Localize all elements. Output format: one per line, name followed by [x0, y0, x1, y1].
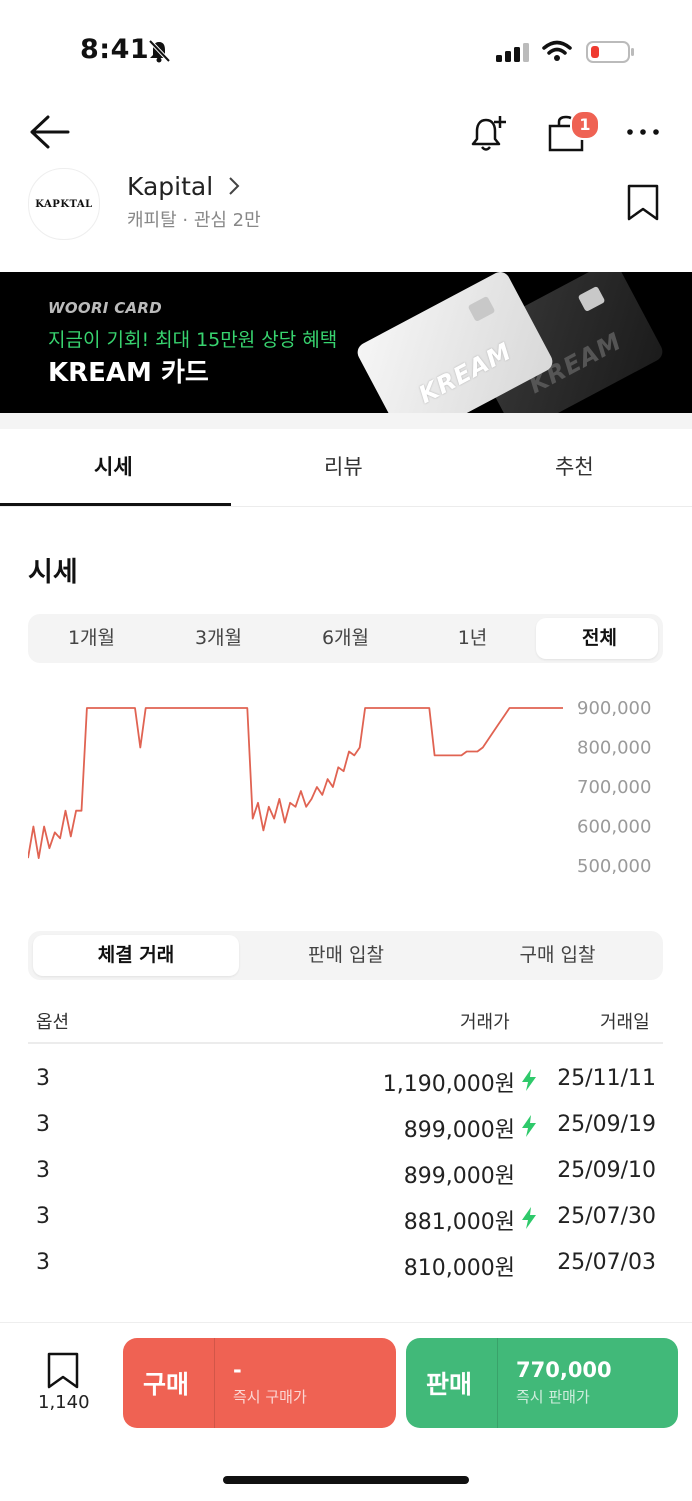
trade-tab-sell-bids[interactable]: 판매 입찰	[240, 931, 452, 980]
trade-tab-buy-bids[interactable]: 구매 입찰	[452, 931, 663, 980]
card-chip-icon	[577, 285, 606, 313]
home-indicator[interactable]	[223, 1476, 469, 1484]
brand-subtitle: 캐피탈 · 관심 2만	[127, 210, 261, 231]
header-date: 거래일	[600, 1012, 650, 1033]
y-tick-label: 900,000	[577, 698, 651, 719]
cell-date: 25/09/10	[557, 1158, 656, 1183]
buy-divider	[214, 1338, 215, 1428]
period-3m[interactable]: 3개월	[155, 614, 282, 663]
banner-title: KREAM 카드	[48, 358, 209, 388]
period-all[interactable]: 전체	[536, 614, 663, 663]
fast-delivery-icon	[522, 1207, 536, 1229]
brand-name-label: Kapital	[127, 172, 214, 201]
table-row: 3 1,190,000원 25/11/11	[0, 1066, 692, 1106]
cart-badge: 1	[570, 110, 600, 140]
sell-label: 판매	[426, 1370, 473, 1399]
wishlist-bookmark-icon[interactable]	[46, 1352, 80, 1390]
cell-date: 25/07/03	[557, 1250, 656, 1275]
status-time: 8:41	[80, 34, 150, 65]
buy-label: 구매	[143, 1370, 190, 1399]
period-1y[interactable]: 1년	[409, 614, 536, 663]
trade-tab-completed[interactable]: 체결 거래	[28, 931, 244, 980]
period-1m[interactable]: 1개월	[28, 614, 155, 663]
cell-price: 899,000원	[403, 1118, 515, 1143]
cell-option: 3	[36, 1112, 50, 1137]
section-divider	[0, 413, 692, 429]
header-price: 거래가	[460, 1012, 510, 1033]
price-chart: 900,000 800,000 700,000 600,000 500,000	[28, 698, 651, 877]
bookmark-icon[interactable]	[626, 184, 660, 222]
sell-button[interactable]: 판매 770,000 즉시 판매가	[406, 1338, 678, 1428]
trade-type-selector: 체결 거래 판매 입찰 구매 입찰	[28, 931, 663, 980]
y-tick-label: 600,000	[577, 817, 651, 838]
cell-date: 25/07/30	[557, 1204, 656, 1229]
promo-banner[interactable]: WOORI CARD 지금이 기회! 최대 15만원 상당 혜택 KREAM 카…	[0, 272, 692, 413]
battery-icon	[586, 41, 634, 63]
table-row: 3 810,000원 25/07/03	[0, 1250, 692, 1290]
product-tabs: 시세 리뷰 추천	[0, 429, 692, 507]
cell-option: 3	[36, 1158, 50, 1183]
brand-logo[interactable]: KAPKTAL	[28, 168, 100, 240]
cell-option: 3	[36, 1066, 50, 1091]
y-tick-label: 500,000	[577, 856, 651, 877]
section-title: 시세	[28, 557, 78, 588]
sell-price: 770,000	[516, 1358, 612, 1382]
cell-price: 881,000원	[403, 1210, 515, 1235]
buy-price: -	[233, 1358, 242, 1382]
cell-option: 3	[36, 1250, 50, 1275]
buy-sublabel: 즉시 구매가	[233, 1388, 307, 1406]
tab-indicator	[0, 503, 231, 506]
back-arrow-icon[interactable]	[28, 114, 70, 150]
wishlist-count: 1,140	[38, 1392, 90, 1413]
header-option: 옵션	[36, 1012, 70, 1033]
banner-eyebrow: WOORI CARD	[48, 299, 163, 317]
table-row: 3 899,000원 25/09/19	[0, 1112, 692, 1152]
fast-delivery-icon	[522, 1069, 536, 1091]
price-line	[28, 707, 563, 859]
sell-sublabel: 즉시 판매가	[516, 1388, 590, 1406]
tab-recommend[interactable]: 추천	[555, 451, 594, 481]
cell-price: 810,000원	[403, 1256, 515, 1281]
card-chip-icon	[467, 295, 496, 323]
alert-add-icon[interactable]	[468, 114, 510, 156]
y-tick-label: 800,000	[577, 738, 651, 759]
table-row: 3 881,000원 25/07/30	[0, 1204, 692, 1244]
period-selector: 1개월 3개월 6개월 1년 전체	[28, 614, 663, 663]
cell-price: 899,000원	[403, 1164, 515, 1189]
tab-price[interactable]: 시세	[94, 451, 133, 481]
wifi-icon	[542, 40, 572, 61]
table-header-divider	[28, 1042, 663, 1044]
cell-date: 25/11/11	[557, 1066, 656, 1091]
cell-date: 25/09/19	[557, 1112, 656, 1137]
sell-divider	[497, 1338, 498, 1428]
cell-option: 3	[36, 1204, 50, 1229]
y-tick-label: 700,000	[577, 777, 651, 798]
table-row: 3 899,000원 25/09/10	[0, 1158, 692, 1198]
fast-delivery-icon	[522, 1115, 536, 1137]
period-6m[interactable]: 6개월	[282, 614, 409, 663]
chevron-right-icon	[229, 177, 240, 195]
tab-review[interactable]: 리뷰	[324, 451, 363, 481]
cell-price: 1,190,000원	[382, 1072, 515, 1097]
banner-headline: 지금이 기회! 최대 15만원 상당 혜택	[48, 329, 338, 351]
signal-icon	[496, 43, 529, 62]
silent-mode-icon	[148, 39, 171, 63]
buy-button[interactable]: 구매 - 즉시 구매가	[123, 1338, 396, 1428]
brand-name[interactable]: Kapital	[127, 172, 241, 201]
more-menu-icon[interactable]	[626, 126, 660, 138]
